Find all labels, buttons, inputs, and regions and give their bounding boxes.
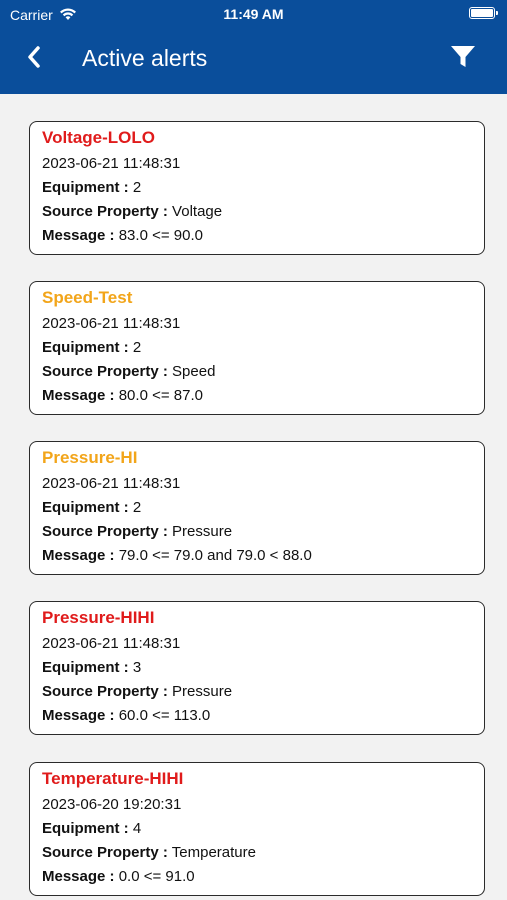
- message-label: Message :: [42, 387, 115, 404]
- source-property-label: Source Property :: [42, 523, 168, 540]
- alert-timestamp: 2023-06-21 11:48:31: [42, 475, 181, 492]
- equipment-value: 2: [132, 499, 142, 516]
- equipment-label: Equipment :: [42, 659, 129, 676]
- battery-icon: [469, 7, 498, 19]
- source-property-label: Source Property :: [42, 683, 168, 700]
- top-bar: Carrier 11:49 AM Active alerts: [0, 0, 507, 94]
- message-label: Message :: [42, 707, 115, 724]
- alert-source-row: Source Property : Pressure: [42, 523, 232, 540]
- alert-message-row: Message : 83.0 <= 90.0: [42, 227, 203, 244]
- alert-card[interactable]: Pressure-HI 2023-06-21 11:48:31 Equipmen…: [29, 441, 485, 575]
- source-property-value: Speed: [172, 363, 216, 380]
- page-title: Active alerts: [82, 45, 208, 71]
- alert-timestamp: 2023-06-21 11:48:31: [42, 155, 181, 172]
- source-property-value: Pressure: [172, 683, 233, 700]
- equipment-label: Equipment :: [42, 179, 129, 196]
- source-property-label: Source Property :: [42, 363, 168, 380]
- filter-icon: [450, 45, 476, 74]
- alert-message-row: Message : 0.0 <= 91.0: [42, 868, 195, 885]
- status-time: 11:49 AM: [223, 6, 284, 22]
- equipment-value: 2: [132, 179, 142, 196]
- source-property-value: Temperature: [171, 844, 256, 861]
- alert-title: Pressure-HIHI: [42, 608, 155, 627]
- message-value: 79.0 <= 79.0 and 79.0 < 88.0: [118, 547, 312, 564]
- alert-title: Temperature-HIHI: [42, 769, 184, 788]
- alert-equipment-row: Equipment : 2: [42, 179, 141, 196]
- equipment-label: Equipment :: [42, 339, 129, 356]
- message-label: Message :: [42, 547, 115, 564]
- alert-card[interactable]: Speed-Test 2023-06-21 11:48:31 Equipment…: [29, 281, 485, 415]
- equipment-label: Equipment :: [42, 820, 129, 837]
- alert-timestamp: 2023-06-21 11:48:31: [42, 315, 181, 332]
- message-value: 0.0 <= 91.0: [118, 868, 195, 885]
- alert-equipment-row: Equipment : 3: [42, 659, 141, 676]
- alerts-list[interactable]: Voltage-LOLO 2023-06-21 11:48:31 Equipme…: [0, 94, 507, 900]
- message-label: Message :: [42, 868, 115, 885]
- alert-equipment-row: Equipment : 2: [42, 499, 141, 516]
- alert-source-row: Source Property : Pressure: [42, 683, 232, 700]
- source-property-value: Pressure: [172, 523, 233, 540]
- alert-equipment-row: Equipment : 2: [42, 339, 141, 356]
- alert-timestamp: 2023-06-21 11:48:31: [42, 635, 181, 652]
- alert-source-row: Source Property : Temperature: [42, 844, 256, 861]
- source-property-label: Source Property :: [42, 203, 168, 220]
- alert-message-row: Message : 60.0 <= 113.0: [42, 707, 210, 724]
- source-property-value: Voltage: [172, 203, 223, 220]
- message-value: 80.0 <= 87.0: [118, 387, 203, 404]
- alert-message-row: Message : 80.0 <= 87.0: [42, 387, 203, 404]
- equipment-value: 3: [132, 659, 142, 676]
- alert-source-row: Source Property : Speed: [42, 363, 215, 380]
- alert-source-row: Source Property : Voltage: [42, 203, 222, 220]
- alert-equipment-row: Equipment : 4: [42, 820, 141, 837]
- alert-message-row: Message : 79.0 <= 79.0 and 79.0 < 88.0: [42, 547, 312, 564]
- back-button[interactable]: [20, 44, 48, 74]
- alert-card[interactable]: Voltage-LOLO 2023-06-21 11:48:31 Equipme…: [29, 121, 485, 255]
- filter-button[interactable]: [449, 45, 477, 74]
- message-value: 60.0 <= 113.0: [118, 707, 211, 724]
- message-value: 83.0 <= 90.0: [118, 227, 203, 244]
- chevron-left-icon: [26, 45, 42, 74]
- alert-title: Pressure-HI: [42, 448, 138, 467]
- alert-title: Speed-Test: [42, 288, 133, 307]
- equipment-value: 4: [132, 820, 142, 837]
- alert-timestamp: 2023-06-20 19:20:31: [42, 796, 182, 813]
- message-label: Message :: [42, 227, 115, 244]
- equipment-value: 2: [132, 339, 142, 356]
- source-property-label: Source Property :: [42, 844, 168, 861]
- alert-card[interactable]: Pressure-HIHI 2023-06-21 11:48:31 Equipm…: [29, 601, 485, 735]
- equipment-label: Equipment :: [42, 499, 129, 516]
- alert-title: Voltage-LOLO: [42, 128, 156, 147]
- alert-card[interactable]: Temperature-HIHI 2023-06-20 19:20:31 Equ…: [29, 762, 485, 896]
